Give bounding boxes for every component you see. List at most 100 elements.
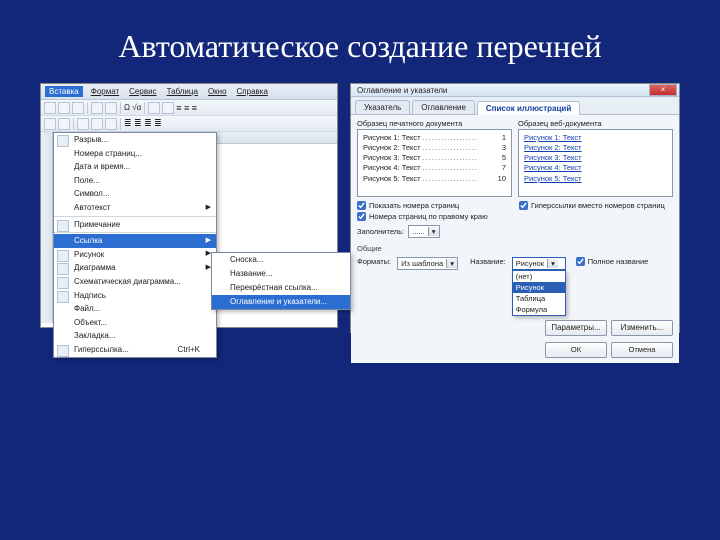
menu-item-icon: [57, 135, 69, 147]
dialog-titlebar: Оглавление и указатели ×: [351, 84, 679, 97]
dialog-title: Оглавление и указатели: [357, 86, 447, 95]
reference-submenu-item[interactable]: Название...: [212, 267, 350, 281]
insert-menu-item[interactable]: Файл...: [54, 302, 216, 316]
toolbar-icon[interactable]: [91, 102, 103, 114]
toolbar-icon[interactable]: [162, 102, 174, 114]
group-general: Общие: [357, 244, 673, 253]
dropdown-option[interactable]: Формула: [513, 304, 565, 315]
chevron-down-icon: ▾: [428, 227, 439, 236]
toolbar-icon[interactable]: [148, 102, 160, 114]
menu-help[interactable]: Справка: [235, 86, 270, 97]
toolbar-1: Ω √α ≡ ≡ ≡: [41, 100, 337, 116]
menu-item-icon: [57, 220, 69, 232]
insert-menu-item[interactable]: Закладка...: [54, 329, 216, 343]
insert-menu-item[interactable]: Гиперссылка...Ctrl+K: [54, 343, 216, 357]
caption-combo[interactable]: Рисунок▾: [512, 257, 566, 270]
ruler-vertical: [41, 132, 53, 323]
chevron-down-icon: ▾: [446, 259, 457, 268]
menu-table[interactable]: Таблица: [165, 86, 200, 97]
web-preview-box: Рисунок 1: ТекстРисунок 2: ТекстРисунок …: [518, 129, 673, 197]
preview-link: Рисунок 4: Текст: [524, 163, 667, 173]
preview-line: Рисунок 2: Текст..................3: [363, 143, 506, 153]
toolbar-icon[interactable]: [58, 102, 70, 114]
chk-full-caption[interactable]: Полное название: [576, 257, 649, 266]
ok-button[interactable]: ОК: [545, 342, 607, 358]
reference-submenu-item[interactable]: Оглавление и указатели...: [212, 295, 350, 309]
toolbar-icon[interactable]: [44, 102, 56, 114]
preview-link: Рисунок 3: Текст: [524, 153, 667, 163]
cancel-button[interactable]: Отмена: [611, 342, 673, 358]
insert-menu-item[interactable]: Символ...: [54, 187, 216, 201]
tab-toc[interactable]: Оглавление: [412, 100, 475, 114]
menu-bar[interactable]: Вставка Формат Сервис Таблица Окно Справ…: [41, 84, 337, 100]
chk-right-align[interactable]: Номера страниц по правому краю: [357, 212, 511, 221]
toolbar-icon[interactable]: [105, 118, 117, 130]
menu-item-icon: [57, 263, 69, 275]
caption-dropdown-list[interactable]: (нет)РисунокТаблицаФормула: [512, 270, 566, 316]
preview-line: Рисунок 5: Текст..................10: [363, 174, 506, 184]
modify-button[interactable]: Изменить...: [611, 320, 673, 336]
reference-submenu-item[interactable]: Сноска...: [212, 253, 350, 267]
menu-item-icon: [57, 277, 69, 289]
word-window: Вставка Формат Сервис Таблица Окно Справ…: [40, 83, 338, 328]
reference-submenu-item[interactable]: Перекрёстная ссылка...: [212, 281, 350, 295]
slide-title: Автоматическое создание перечней: [0, 0, 720, 83]
insert-menu-item[interactable]: Схематическая диаграмма...: [54, 275, 216, 289]
dropdown-option[interactable]: (нет): [513, 271, 565, 282]
print-preview-label: Образец печатного документа: [357, 119, 512, 128]
preview-link: Рисунок 2: Текст: [524, 143, 667, 153]
toolbar-2: ≣ ≣ ≣ ≣: [41, 116, 337, 132]
preview-line: Рисунок 4: Текст..................7: [363, 163, 506, 173]
insert-menu-item[interactable]: Поле...: [54, 174, 216, 188]
insert-menu-item[interactable]: Номера страниц...: [54, 147, 216, 161]
screenshot-row: Вставка Формат Сервис Таблица Окно Справ…: [0, 83, 720, 333]
chk-hyperlinks[interactable]: Гиперссылки вместо номеров страниц: [519, 201, 673, 210]
toolbar-icon[interactable]: [105, 102, 117, 114]
toolbar-icon[interactable]: [72, 102, 84, 114]
toc-dialog: Оглавление и указатели × Указатель Оглав…: [350, 83, 680, 333]
toolbar-icon[interactable]: [91, 118, 103, 130]
preview-link: Рисунок 5: Текст: [524, 174, 667, 184]
preview-line: Рисунок 3: Текст..................5: [363, 153, 506, 163]
print-preview-box: Рисунок 1: Текст..................1Рисун…: [357, 129, 512, 197]
dropdown-option[interactable]: Таблица: [513, 293, 565, 304]
insert-menu-item[interactable]: Ссылка: [54, 234, 216, 248]
reference-submenu[interactable]: Сноска...Название...Перекрёстная ссылка.…: [211, 252, 351, 310]
format-combo[interactable]: Из шаблона▾: [397, 257, 458, 270]
insert-menu-item[interactable]: Примечание: [54, 218, 216, 232]
tab-index[interactable]: Указатель: [355, 100, 410, 114]
toolbar-icon[interactable]: [58, 118, 70, 130]
insert-menu-item[interactable]: Рисунок: [54, 248, 216, 262]
menu-item-icon: [57, 250, 69, 262]
insert-menu-item[interactable]: Дата и время...: [54, 160, 216, 174]
chk-show-page-numbers[interactable]: Показать номера страниц: [357, 201, 511, 210]
params-button[interactable]: Параметры...: [545, 320, 607, 336]
insert-menu-item[interactable]: Надпись: [54, 289, 216, 303]
toolbar-icon[interactable]: [77, 118, 89, 130]
menu-tools[interactable]: Сервис: [127, 86, 158, 97]
menu-item-icon: [57, 345, 69, 357]
insert-menu-item[interactable]: Разрыв...: [54, 133, 216, 147]
insert-menu-item[interactable]: Автотекст: [54, 201, 216, 215]
menu-format[interactable]: Формат: [89, 86, 121, 97]
close-button[interactable]: ×: [649, 84, 677, 96]
dialog-body: Образец печатного документа Рисунок 1: Т…: [351, 114, 679, 340]
caption-label: Название:: [470, 257, 506, 266]
insert-dropdown-menu[interactable]: Разрыв...Номера страниц...Дата и время..…: [53, 132, 217, 358]
document-page: Разрыв...Номера страниц...Дата и время..…: [53, 132, 337, 323]
preview-link: Рисунок 1: Текст: [524, 133, 667, 143]
menu-insert[interactable]: Вставка: [45, 86, 83, 97]
tab-figures[interactable]: Список иллюстраций: [477, 101, 580, 115]
insert-menu-item[interactable]: Диаграмма: [54, 261, 216, 275]
format-label: Форматы:: [357, 257, 391, 266]
preview-line: Рисунок 1: Текст..................1: [363, 133, 506, 143]
menu-window[interactable]: Окно: [206, 86, 229, 97]
chevron-down-icon: ▾: [547, 259, 558, 268]
insert-menu-item[interactable]: Объект...: [54, 316, 216, 330]
filler-combo[interactable]: ......▾: [408, 225, 440, 238]
dropdown-option[interactable]: Рисунок: [513, 282, 565, 293]
menu-item-icon: [57, 291, 69, 303]
dialog-tabs[interactable]: Указатель Оглавление Список иллюстраций: [351, 97, 679, 114]
toolbar-icon[interactable]: [44, 118, 56, 130]
web-preview-label: Образец веб-документа: [518, 119, 673, 128]
